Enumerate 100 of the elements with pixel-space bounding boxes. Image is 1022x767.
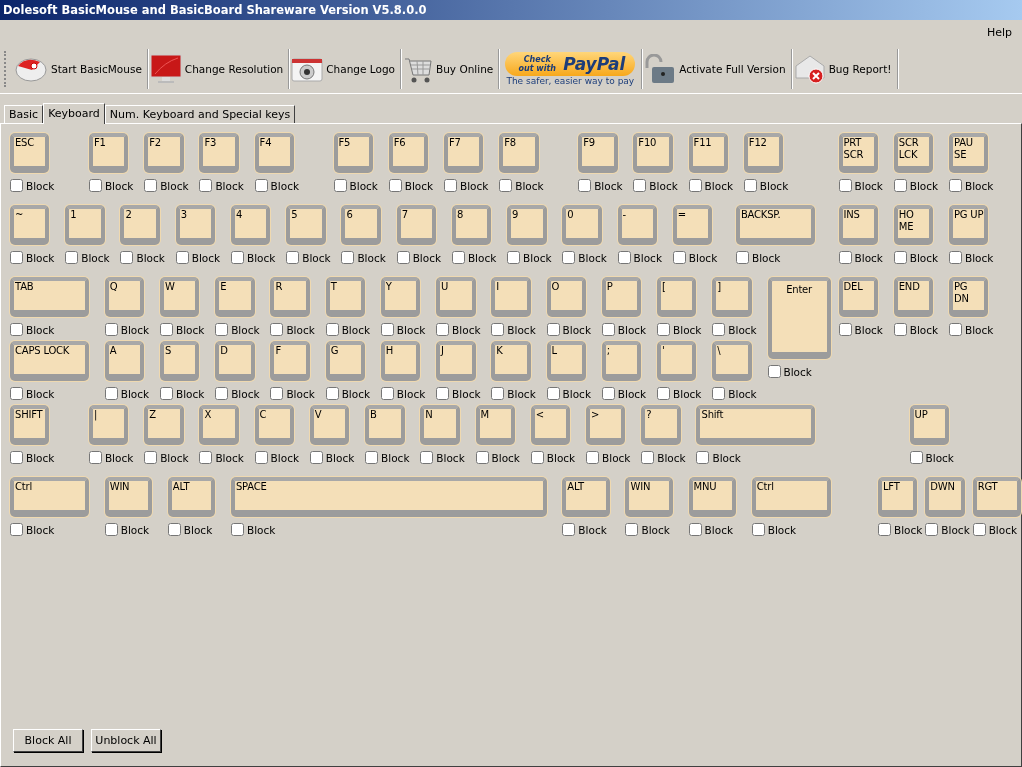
block-checkbox[interactable] — [925, 523, 939, 536]
key-cap[interactable]: WIN — [104, 477, 153, 517]
block-checkbox[interactable] — [546, 323, 560, 336]
block-checkbox[interactable] — [751, 523, 765, 536]
key-cap[interactable]: UP — [909, 405, 949, 445]
toolbar-button[interactable]: Activate Full Version — [642, 49, 792, 89]
block-checkbox[interactable] — [972, 523, 986, 536]
toolbar-button[interactable]: Buy Online — [401, 49, 500, 89]
key-cap[interactable]: G — [325, 341, 366, 381]
block-checkbox[interactable] — [159, 387, 173, 400]
key-cap[interactable]: Z — [144, 405, 184, 445]
action-button[interactable]: Unblock All — [91, 729, 161, 752]
block-checkbox[interactable] — [88, 179, 102, 192]
key-cap[interactable]: F2 — [144, 133, 184, 173]
key-cap[interactable]: SCR LCK — [893, 133, 934, 173]
key-cap[interactable]: Q — [104, 277, 145, 317]
block-checkbox[interactable] — [286, 251, 300, 264]
key-cap[interactable]: HO ME — [893, 205, 934, 245]
key-cap[interactable]: F12 — [743, 133, 784, 173]
key-cap[interactable]: ' — [657, 341, 697, 381]
block-checkbox[interactable] — [562, 523, 576, 536]
block-checkbox[interactable] — [767, 365, 781, 378]
key-cap[interactable]: A — [104, 341, 145, 381]
key-cap[interactable]: SPACE — [230, 477, 547, 517]
key-cap[interactable]: BACKSP. — [735, 205, 815, 245]
key-cap[interactable]: F4 — [254, 133, 295, 173]
key-cap[interactable]: P — [601, 277, 642, 317]
block-checkbox[interactable] — [254, 451, 268, 464]
key-cap[interactable]: F3 — [199, 133, 239, 173]
key-cap[interactable]: 3 — [175, 205, 216, 245]
key-cap[interactable]: ~ — [10, 205, 50, 245]
key-cap[interactable]: INS — [838, 205, 878, 245]
key-cap[interactable]: 7 — [396, 205, 437, 245]
block-checkbox[interactable] — [270, 323, 284, 336]
key-cap[interactable]: < — [530, 405, 571, 445]
key-cap[interactable]: Ctrl — [751, 477, 831, 517]
block-checkbox[interactable] — [688, 523, 702, 536]
block-checkbox[interactable] — [672, 251, 686, 264]
key-cap[interactable]: V — [309, 405, 350, 445]
key-cap[interactable]: WIN — [625, 477, 673, 517]
key-cap[interactable]: W — [159, 277, 200, 317]
block-checkbox[interactable] — [396, 251, 410, 264]
key-cap[interactable]: 6 — [341, 205, 381, 245]
block-checkbox[interactable] — [688, 179, 702, 192]
block-checkbox[interactable] — [88, 451, 102, 464]
block-checkbox[interactable] — [562, 251, 576, 264]
block-checkbox[interactable] — [144, 179, 158, 192]
block-checkbox[interactable] — [949, 179, 962, 192]
key-cap[interactable]: I — [491, 277, 531, 317]
key-cap[interactable]: ] — [712, 277, 752, 317]
block-checkbox[interactable] — [199, 179, 213, 192]
key-cap[interactable]: L — [546, 341, 586, 381]
block-checkbox[interactable] — [712, 323, 726, 336]
key-cap[interactable]: F8 — [499, 133, 539, 173]
block-checkbox[interactable] — [10, 179, 23, 192]
key-cap[interactable]: Enter — [767, 277, 831, 359]
key-cap[interactable]: F1 — [88, 133, 129, 173]
block-checkbox[interactable] — [254, 179, 268, 192]
block-checkbox[interactable] — [104, 323, 118, 336]
block-checkbox[interactable] — [601, 387, 615, 400]
key-cap[interactable]: MNU — [688, 477, 736, 517]
toolbar-button[interactable]: Bug Report! — [791, 49, 898, 89]
block-checkbox[interactable] — [230, 523, 244, 536]
key-cap[interactable]: 8 — [451, 205, 492, 245]
block-checkbox[interactable] — [444, 179, 457, 192]
key-cap[interactable]: 0 — [562, 205, 602, 245]
key-cap[interactable]: PG DN — [949, 277, 989, 317]
block-checkbox[interactable] — [388, 179, 402, 192]
key-cap[interactable]: B — [365, 405, 405, 445]
block-checkbox[interactable] — [309, 451, 323, 464]
block-checkbox[interactable] — [120, 251, 134, 264]
key-cap[interactable]: 2 — [120, 205, 160, 245]
block-checkbox[interactable] — [436, 387, 450, 400]
key-cap[interactable]: PAU SE — [949, 133, 989, 173]
key-cap[interactable]: J — [436, 341, 476, 381]
key-cap[interactable]: F11 — [688, 133, 729, 173]
toolbar-button[interactable]: Change Logo — [289, 49, 401, 89]
key-cap[interactable]: F10 — [633, 133, 673, 173]
block-checkbox[interactable] — [949, 323, 962, 336]
tab[interactable]: Num. Keyboard and Special keys — [104, 105, 296, 123]
block-checkbox[interactable] — [333, 179, 347, 192]
key-cap[interactable]: K — [491, 341, 531, 381]
key-cap[interactable]: E — [215, 277, 255, 317]
block-checkbox[interactable] — [325, 387, 339, 400]
block-checkbox[interactable] — [325, 323, 339, 336]
tab[interactable]: Basic — [4, 105, 44, 123]
key-cap[interactable]: ALT — [167, 477, 216, 517]
key-cap[interactable]: Shift — [696, 405, 815, 445]
block-checkbox[interactable] — [10, 387, 23, 400]
key-cap[interactable]: DWN — [925, 477, 965, 517]
block-checkbox[interactable] — [735, 251, 749, 264]
key-cap[interactable]: > — [586, 405, 626, 445]
key-cap[interactable]: LFT — [877, 477, 918, 517]
key-cap[interactable]: RGT — [972, 477, 1021, 517]
block-checkbox[interactable] — [657, 387, 671, 400]
block-checkbox[interactable] — [475, 451, 489, 464]
block-checkbox[interactable] — [838, 323, 852, 336]
block-checkbox[interactable] — [215, 387, 229, 400]
key-cap[interactable]: = — [672, 205, 713, 245]
block-checkbox[interactable] — [159, 323, 173, 336]
